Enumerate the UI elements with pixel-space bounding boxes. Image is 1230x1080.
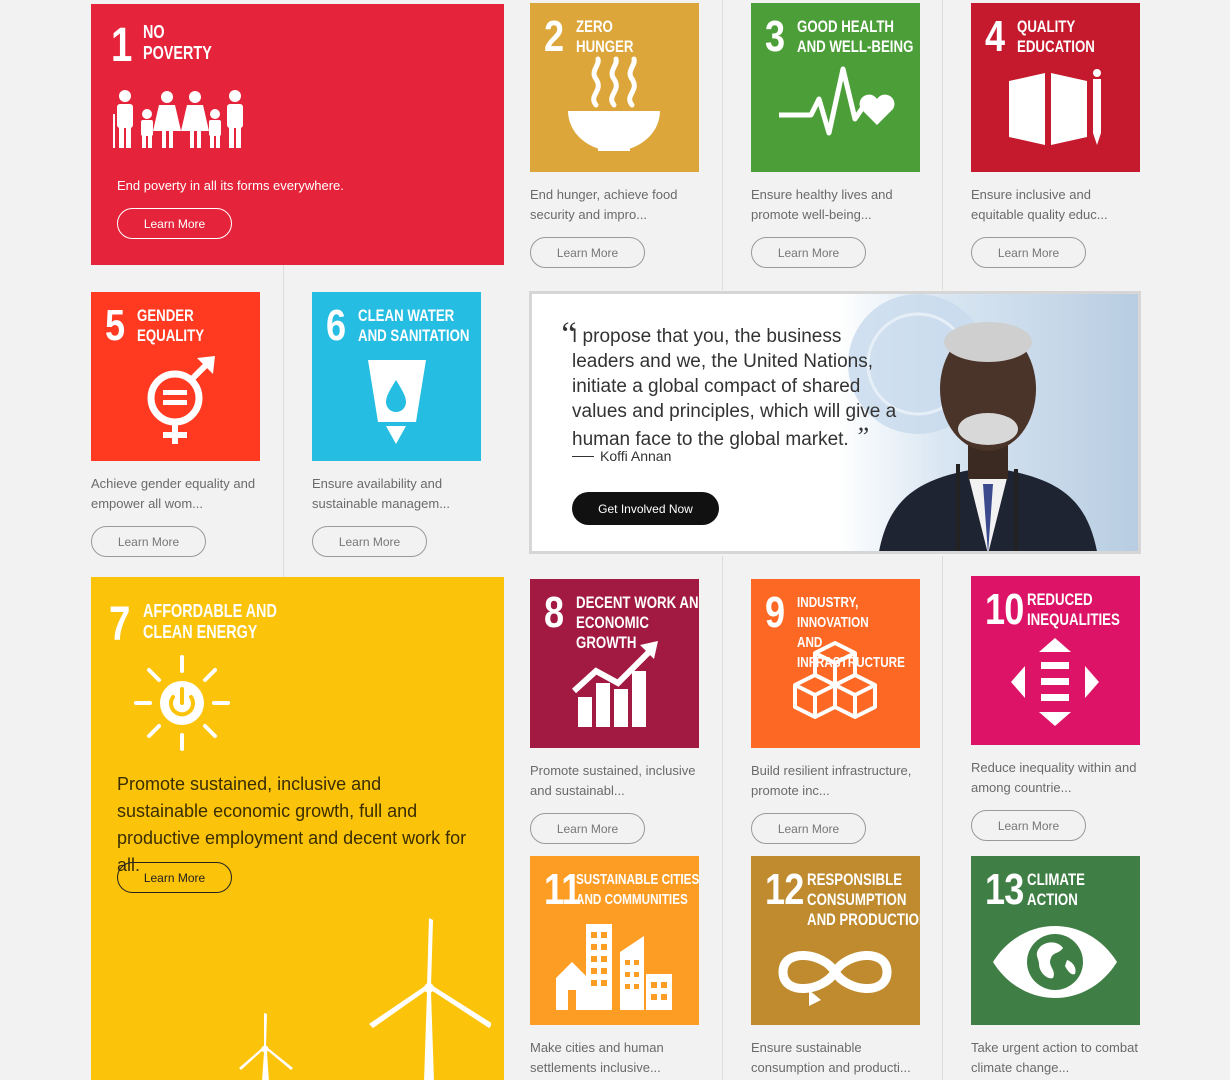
goal-description: End poverty in all its forms everywhere.	[117, 178, 344, 193]
learn-more-button[interactable]: Learn More	[751, 237, 866, 268]
column-divider	[942, 0, 943, 290]
cubes-icon	[793, 641, 877, 719]
goal-tile-11[interactable]: 11 SUSTAINABLE CITIES AND COMMUNITIES	[530, 856, 699, 1025]
gender-equality-icon	[147, 356, 215, 444]
heartbeat-icon	[779, 66, 895, 136]
learn-more-button[interactable]: Learn More	[530, 237, 645, 268]
goal-description: Ensure healthy lives and promote well-be…	[751, 187, 893, 222]
learn-more-button[interactable]: Learn More	[117, 208, 232, 239]
goal-description: Ensure availability and sustainable mana…	[312, 476, 451, 511]
goal-description: Ensure sustainable consumption and produ…	[751, 1040, 911, 1075]
goal-number: 7	[109, 598, 131, 651]
eye-globe-icon	[993, 926, 1117, 998]
goal-description: Build resilient infrastructure, promote …	[751, 763, 912, 798]
learn-more-button[interactable]: Learn More	[530, 813, 645, 844]
goal-description: Take urgent action to combat climate cha…	[971, 1040, 1138, 1075]
learn-more-button[interactable]: Learn More	[117, 862, 232, 893]
goal-description: Reduce inequality within and among count…	[971, 760, 1137, 795]
family-icon	[113, 90, 243, 148]
goal-tile-6[interactable]: 6 CLEAN WATER AND SANITATION	[312, 292, 481, 461]
goal-tile-4[interactable]: 4 QUALITY EDUCATION	[971, 3, 1140, 172]
goal-description: End hunger, achieve food security and im…	[530, 187, 678, 222]
book-icon	[1009, 69, 1101, 145]
close-quote-icon: ”	[854, 422, 870, 451]
goal-card-1: 1 NO POVERTY End poverty in all its form…	[91, 4, 504, 265]
goal-tile-3[interactable]: 3 GOOD HEALTH AND WELL-BEING	[751, 3, 920, 172]
growth-chart-icon	[571, 641, 658, 727]
goal-description: Ensure inclusive and equitable quality e…	[971, 187, 1108, 222]
water-glass-icon	[368, 360, 426, 444]
goal-tile-2[interactable]: 2 ZERO HUNGER	[530, 3, 699, 172]
goal-tile-5[interactable]: 5 GENDER EQUALITY	[91, 292, 260, 461]
goal-tile-10[interactable]: 10 REDUCED INEQUALITIES	[971, 576, 1140, 745]
sun-power-icon	[134, 655, 230, 751]
goal-title: AFFORDABLE AND CLEAN ENERGY	[143, 601, 277, 642]
get-involved-button[interactable]: Get Involved Now	[572, 492, 719, 525]
learn-more-button[interactable]: Learn More	[312, 526, 427, 557]
infinity-icon	[778, 951, 892, 1006]
learn-more-button[interactable]: Learn More	[91, 526, 206, 557]
goal-title: NO POVERTY	[143, 22, 212, 63]
quote-banner: “ I propose that you, the business leade…	[529, 291, 1141, 554]
column-divider	[722, 556, 723, 1080]
quote-text: I propose that you, the business leaders…	[572, 326, 897, 451]
wind-turbine-icon	[239, 918, 491, 1080]
goal-card-7: 7 AFFORDABLE AND CLEAN ENERGY Promote su…	[91, 577, 504, 1080]
goal-description: Promote sustained, inclusive and sustain…	[530, 763, 696, 798]
learn-more-button[interactable]: Learn More	[751, 813, 866, 844]
goal-tile-12[interactable]: 12 RESPONSIBLE CONSUMPTION AND PRODUCTIO…	[751, 856, 920, 1025]
goal-tile-9[interactable]: 9 INDUSTRY, INNOVATION AND INFRASTRUCTUR…	[751, 579, 920, 748]
learn-more-button[interactable]: Learn More	[971, 237, 1086, 268]
goal-tile-13[interactable]: 13 CLIMATE ACTION	[971, 856, 1140, 1025]
goal-description: Make cities and human settlements inclus…	[530, 1040, 664, 1075]
goal-number: 1	[111, 19, 133, 72]
equal-arrows-icon	[1011, 638, 1099, 726]
column-divider	[722, 0, 723, 290]
column-divider	[283, 265, 284, 577]
learn-more-button[interactable]: Learn More	[971, 810, 1086, 841]
author-dash	[572, 456, 594, 457]
goal-tile-8[interactable]: 8 DECENT WORK AND ECONOMIC GROWTH	[530, 579, 699, 748]
bowl-icon	[568, 56, 660, 151]
city-icon	[556, 924, 672, 1010]
goal-description: Achieve gender equality and empower all …	[91, 476, 256, 511]
quote-author: Koffi Annan	[600, 448, 672, 464]
column-divider	[942, 556, 943, 1080]
